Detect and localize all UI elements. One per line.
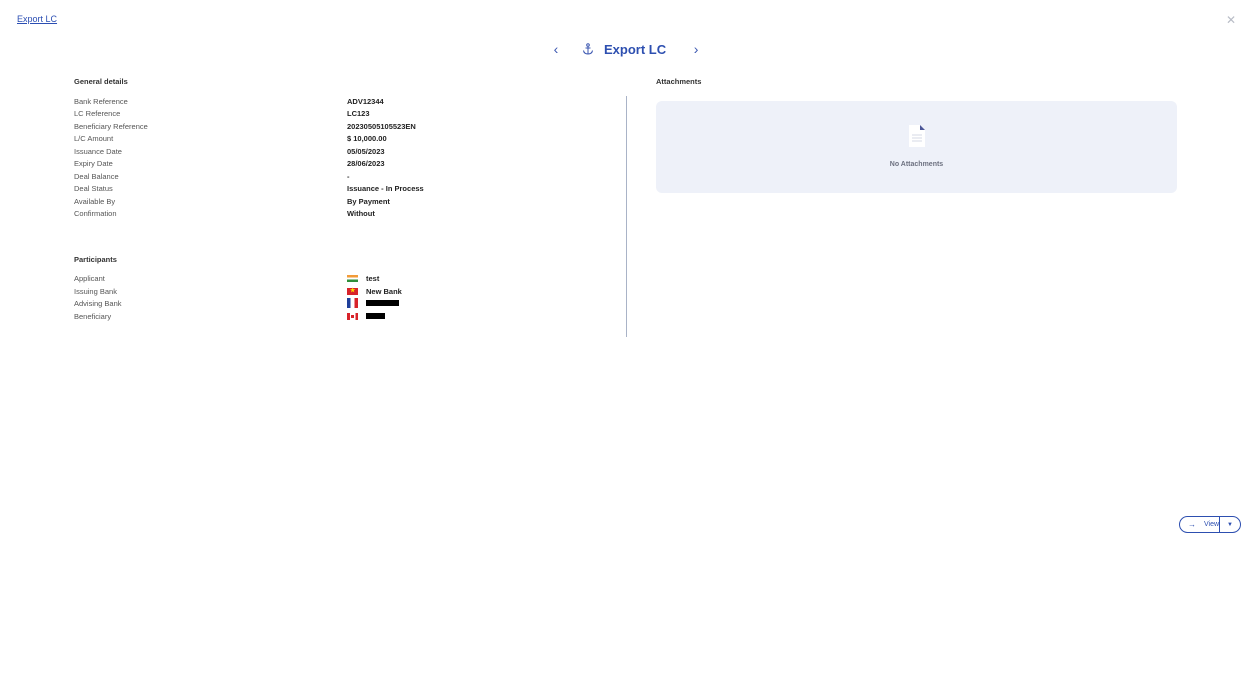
detail-value: 20230505105523EN <box>347 121 416 131</box>
participant-value <box>347 298 399 308</box>
participant-value: ★ New Bank <box>347 287 402 296</box>
general-details-title: General details <box>74 77 128 86</box>
participants-title: Participants <box>74 255 117 264</box>
detail-label: Deal Balance <box>74 171 119 181</box>
participant-row-issuing-bank: Issuing Bank ★ New Bank <box>74 285 594 297</box>
chevron-right-icon[interactable]: › <box>690 41 702 57</box>
participant-name: New Bank <box>366 286 402 296</box>
section-divider <box>626 96 627 337</box>
india-flag-icon <box>347 274 358 282</box>
detail-row-lc-reference: LC Reference LC123 <box>74 108 594 120</box>
close-icon[interactable]: ✕ <box>1226 13 1236 27</box>
detail-value: 28/06/2023 <box>347 159 385 168</box>
redacted-name <box>366 313 385 319</box>
view-split-button[interactable]: → View ▼ <box>1179 516 1241 533</box>
vietnam-flag-icon: ★ <box>347 287 358 295</box>
france-flag-icon <box>347 298 358 308</box>
page-header: ‹ Export LC › <box>550 38 702 60</box>
page-title: Export LC <box>604 41 667 57</box>
detail-label: Expiry Date <box>74 159 113 168</box>
detail-value: Without <box>347 209 375 218</box>
attachments-title: Attachments <box>656 77 702 86</box>
detail-value: By Payment <box>347 196 390 206</box>
detail-row-confirmation: Confirmation Without <box>74 208 594 220</box>
detail-value: Issuance - In Process <box>347 184 424 193</box>
participant-value: test <box>347 274 379 283</box>
detail-value: $ 10,000.00 <box>347 134 387 143</box>
document-icon <box>909 125 925 152</box>
participant-row-advising-bank: Advising Bank <box>74 297 594 309</box>
detail-value: - <box>347 171 350 181</box>
participant-name: test <box>366 273 380 283</box>
detail-label: Bank Reference <box>74 96 128 106</box>
participant-label: Advising Bank <box>74 298 122 308</box>
detail-value: ADV12344 <box>347 96 384 106</box>
anchor-icon <box>582 43 594 55</box>
no-attachments-text: No Attachments <box>889 161 944 168</box>
detail-row-beneficiary-reference: Beneficiary Reference 20230505105523EN <box>74 120 594 132</box>
redacted-name <box>366 300 399 306</box>
detail-row-issuance-date: Issuance Date 05/05/2023 <box>74 145 594 157</box>
view-button[interactable]: → View <box>1180 517 1219 532</box>
detail-value: LC123 <box>347 109 370 118</box>
detail-label: Issuance Date <box>74 146 122 156</box>
participant-row-beneficiary: Beneficiary <box>74 310 594 322</box>
detail-row-available-by: Available By By Payment <box>74 195 594 207</box>
participant-label: Applicant <box>74 273 105 283</box>
participant-value <box>347 312 385 320</box>
detail-label: Deal Status <box>74 184 113 193</box>
detail-label: Confirmation <box>74 209 117 218</box>
attachments-panel: No Attachments <box>656 101 1177 193</box>
detail-row-deal-balance: Deal Balance - <box>74 170 594 182</box>
detail-label: Beneficiary Reference <box>74 121 148 131</box>
participant-label: Beneficiary <box>74 311 112 321</box>
participant-label: Issuing Bank <box>74 286 117 296</box>
detail-label: Available By <box>74 196 116 206</box>
chevron-left-icon[interactable]: ‹ <box>550 41 562 57</box>
detail-row-bank-reference: Bank Reference ADV12344 <box>74 95 594 107</box>
canada-flag-icon <box>347 312 358 320</box>
detail-row-expiry-date: Expiry Date 28/06/2023 <box>74 158 594 170</box>
detail-value: 05/05/2023 <box>347 146 385 156</box>
arrow-right-icon: → <box>1188 520 1196 529</box>
detail-label: L/C Amount <box>74 134 114 143</box>
detail-label: LC Reference <box>74 109 121 118</box>
breadcrumb-export-lc[interactable]: Export LC <box>17 14 57 24</box>
detail-row-deal-status: Deal Status Issuance - In Process <box>74 183 594 195</box>
detail-row-lc-amount: L/C Amount $ 10,000.00 <box>74 133 594 145</box>
participant-row-applicant: Applicant test <box>74 272 594 284</box>
view-button-label: View <box>1204 521 1220 528</box>
caret-down-icon[interactable]: ▼ <box>1220 522 1240 528</box>
